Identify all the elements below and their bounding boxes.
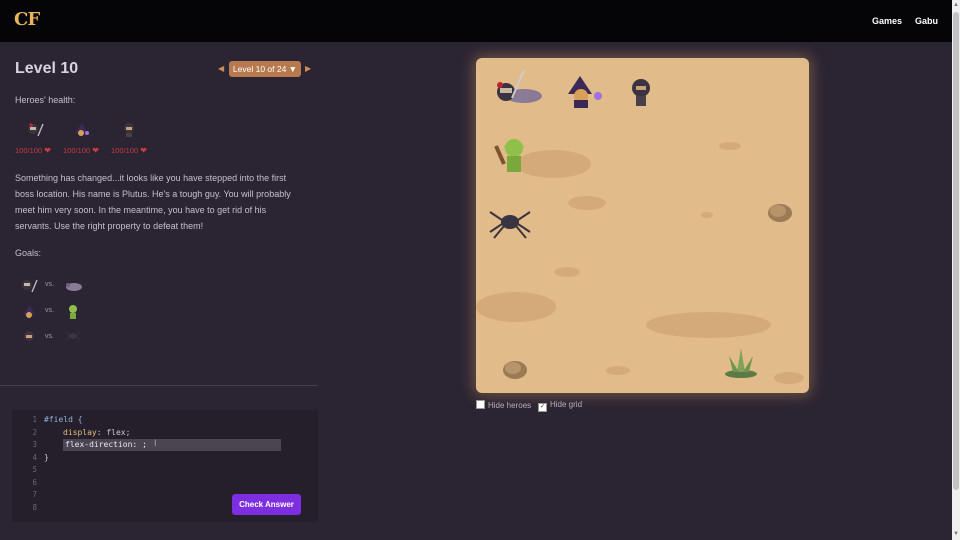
- goal-row: vs.: [20, 278, 100, 296]
- line-number: 8: [32, 502, 37, 512]
- rock-obstacle-sprite: [768, 204, 792, 222]
- goal-row: vs.: [20, 304, 100, 322]
- hero-rogue-icon: [24, 331, 34, 341]
- heart-icon: ❤: [44, 146, 51, 155]
- spider-enemy-icon: [65, 331, 81, 341]
- logo[interactable]: CF: [14, 9, 40, 30]
- line-number: 1: [32, 415, 37, 424]
- sand-patch: [568, 196, 606, 210]
- answer-input[interactable]: flex-direction: ;: [63, 439, 281, 451]
- line-number: 3: [32, 440, 37, 449]
- sand-patch: [606, 366, 630, 375]
- section-divider: [0, 385, 318, 386]
- next-level-icon[interactable]: ▶: [305, 64, 311, 73]
- goblin-enemy-sprite: [494, 139, 524, 172]
- scroll-thumb[interactable]: [953, 12, 959, 490]
- hide-heroes-toggle[interactable]: Hide heroes: [476, 400, 531, 410]
- hero-rogue-icon: [124, 123, 134, 137]
- vs-label: vs.: [45, 333, 54, 340]
- heart-icon: ❤: [92, 146, 99, 155]
- cactus-plant-sprite: [725, 348, 757, 378]
- instructions-panel: Level 10 ◀ Level 10 of 24 ▼ ▶ Heroes' he…: [0, 42, 320, 540]
- line-number: 4: [32, 452, 37, 462]
- code-line-selector: #field {: [44, 415, 83, 424]
- vs-label: vs.: [45, 307, 54, 314]
- rat-enemy-icon: [66, 283, 82, 291]
- css-editor[interactable]: 1 2 3 4 5 6 7 8 #field { display: flex; …: [12, 410, 318, 522]
- rock-obstacle-sprite: [503, 361, 527, 379]
- level-title: Level 10: [15, 60, 79, 77]
- nav-user-link[interactable]: Gabu: [915, 16, 938, 26]
- hero-warrior-icon: [28, 123, 44, 137]
- rogue-hero-sprite: [632, 79, 650, 106]
- hero-3-health: 100/100 ❤: [111, 146, 147, 155]
- wizard-hero-sprite: [568, 76, 602, 108]
- sand-patch: [554, 267, 580, 277]
- hide-grid-toggle[interactable]: ✓ Hide grid: [538, 400, 582, 412]
- check-answer-button[interactable]: Check Answer: [232, 494, 301, 515]
- sand-patch: [774, 372, 804, 384]
- sand-patch: [701, 212, 713, 218]
- checkbox-unchecked-icon[interactable]: [476, 400, 485, 409]
- goblin-enemy-icon: [69, 305, 77, 319]
- game-board: [476, 58, 809, 393]
- code-line-display: display: flex;: [63, 427, 131, 437]
- scroll-down-icon[interactable]: ▼: [953, 530, 959, 538]
- goals-label: Goals:: [15, 248, 42, 258]
- goal-row: vs.: [20, 330, 100, 348]
- level-description: Something has changed...it looks like yo…: [15, 173, 291, 231]
- prev-level-icon[interactable]: ◀: [218, 64, 224, 73]
- line-number: 7: [32, 490, 37, 499]
- line-number: 2: [32, 427, 37, 437]
- nav-games-link[interactable]: Games: [872, 16, 902, 26]
- heart-icon: ❤: [140, 146, 147, 155]
- text-cursor-icon: Ι: [154, 438, 157, 448]
- vertical-scrollbar[interactable]: ▲ ▼: [952, 0, 960, 540]
- hero-wizard-icon: [75, 123, 89, 136]
- checkbox-checked-icon[interactable]: ✓: [538, 403, 547, 412]
- level-select[interactable]: Level 10 of 24 ▼: [229, 61, 301, 77]
- code-line-close: }: [44, 452, 49, 462]
- top-bar: CF Games Gabu: [0, 0, 952, 42]
- spider-enemy-sprite: [489, 211, 531, 239]
- sand-patch: [476, 292, 556, 322]
- vs-label: vs.: [45, 281, 54, 288]
- warrior-hero-sprite: [497, 69, 542, 103]
- sand-patch: [646, 312, 771, 338]
- hero-1-health: 100/100 ❤: [15, 146, 51, 155]
- line-number: 5: [32, 465, 37, 474]
- hero-2-health: 100/100 ❤: [63, 146, 99, 155]
- heroes-health-label: Heroes' health:: [15, 95, 76, 105]
- hero-wizard-icon: [23, 305, 35, 318]
- scroll-up-icon[interactable]: ▲: [953, 1, 959, 9]
- sand-patch: [719, 142, 741, 150]
- hero-warrior-icon: [22, 279, 38, 293]
- line-number: 6: [32, 477, 37, 487]
